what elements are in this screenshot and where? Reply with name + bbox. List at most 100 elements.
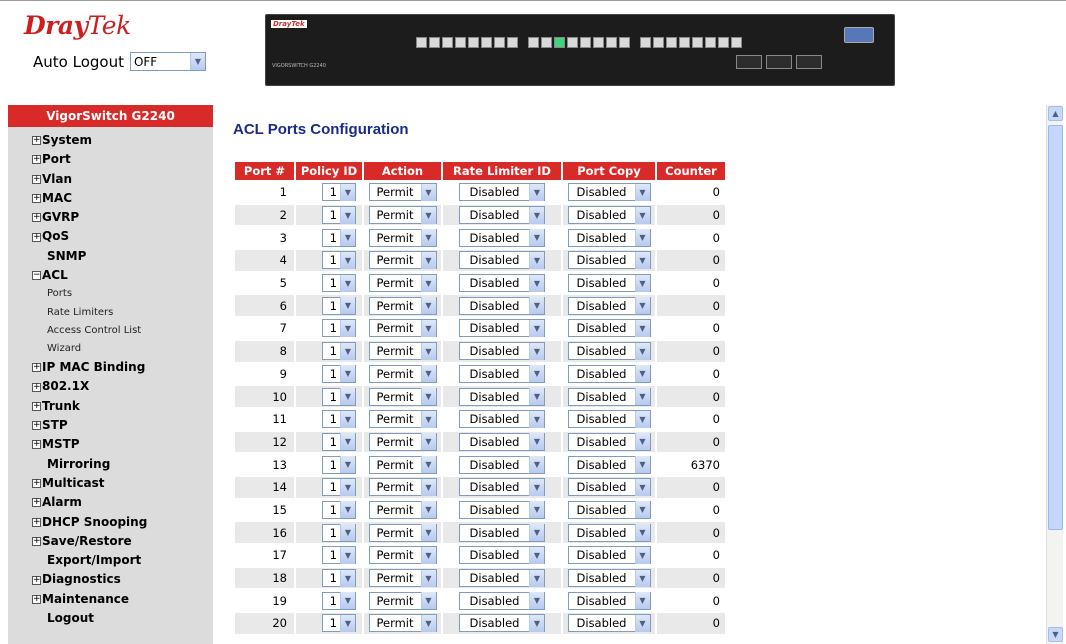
plus-box-icon[interactable]: + <box>32 517 41 527</box>
action-select[interactable]: Permit ▼ <box>368 455 437 474</box>
port-copy-select[interactable]: Disabled ▼ <box>567 432 651 451</box>
sidebar-item-ip-mac-binding[interactable]: + IP MAC Binding <box>32 358 213 377</box>
policy-id-select[interactable]: 1 ▼ <box>322 614 356 633</box>
action-select[interactable]: Permit ▼ <box>368 319 437 338</box>
port-copy-select[interactable]: Disabled ▼ <box>567 569 651 588</box>
rate-limiter-select[interactable]: Disabled ▼ <box>459 364 545 383</box>
sidebar-item-vlan[interactable]: + Vlan <box>32 170 213 189</box>
rate-limiter-select[interactable]: Disabled ▼ <box>459 319 545 338</box>
minus-box-icon[interactable]: − <box>32 271 41 281</box>
plus-box-icon[interactable]: + <box>32 155 41 165</box>
plus-box-icon[interactable]: + <box>32 401 41 411</box>
sidebar-item-802-1x[interactable]: +802.1X <box>32 377 213 396</box>
rate-limiter-select[interactable]: Disabled ▼ <box>459 387 545 406</box>
plus-box-icon[interactable]: + <box>32 575 41 585</box>
policy-id-select[interactable]: 1 ▼ <box>322 183 356 202</box>
port-copy-select[interactable]: Disabled ▼ <box>567 364 651 383</box>
action-select[interactable]: Permit ▼ <box>368 569 437 588</box>
action-select[interactable]: Permit ▼ <box>368 523 437 542</box>
policy-id-select[interactable]: 1 ▼ <box>322 410 356 429</box>
action-select[interactable]: Permit ▼ <box>368 500 437 519</box>
port-copy-select[interactable]: Disabled ▼ <box>567 387 651 406</box>
port-copy-select[interactable]: Disabled ▼ <box>567 206 651 225</box>
sidebar-item-export-import[interactable]: Export/Import <box>32 551 213 570</box>
port-copy-select[interactable]: Disabled ▼ <box>567 523 651 542</box>
action-select[interactable]: Permit ▼ <box>368 183 437 202</box>
rate-limiter-select[interactable]: Disabled ▼ <box>459 455 545 474</box>
policy-id-select[interactable]: 1 ▼ <box>322 251 356 270</box>
action-select[interactable]: Permit ▼ <box>368 364 437 383</box>
policy-id-select[interactable]: 1 ▼ <box>322 455 356 474</box>
rate-limiter-select[interactable]: Disabled ▼ <box>459 206 545 225</box>
action-select[interactable]: Permit ▼ <box>368 342 437 361</box>
sidebar-item-gvrp[interactable]: + GVRP <box>32 208 213 227</box>
action-select[interactable]: Permit ▼ <box>368 410 437 429</box>
action-select[interactable]: Permit ▼ <box>368 387 437 406</box>
policy-id-select[interactable]: 1 ▼ <box>322 500 356 519</box>
sidebar-item-mirroring[interactable]: Mirroring <box>32 455 213 474</box>
plus-box-icon[interactable]: + <box>32 536 41 546</box>
sidebar-item-rate-limiters[interactable]: Rate Limiters <box>32 304 213 322</box>
sidebar-item-stp[interactable]: + STP <box>32 416 213 435</box>
rate-limiter-select[interactable]: Disabled ▼ <box>459 274 545 293</box>
action-select[interactable]: Permit ▼ <box>368 591 437 610</box>
action-select[interactable]: Permit ▼ <box>368 251 437 270</box>
rate-limiter-select[interactable]: Disabled ▼ <box>459 228 545 247</box>
policy-id-select[interactable]: 1 ▼ <box>322 523 356 542</box>
plus-box-icon[interactable]: + <box>32 382 41 392</box>
auto-logout-select[interactable]: OFF ▼ <box>129 52 206 71</box>
action-select[interactable]: Permit ▼ <box>368 478 437 497</box>
sidebar-item-multicast[interactable]: + Multicast <box>32 474 213 493</box>
policy-id-select[interactable]: 1 ▼ <box>322 478 356 497</box>
policy-id-select[interactable]: 1 ▼ <box>322 319 356 338</box>
port-copy-select[interactable]: Disabled ▼ <box>567 500 651 519</box>
sidebar-item-mstp[interactable]: + MSTP <box>32 435 213 454</box>
rate-limiter-select[interactable]: Disabled ▼ <box>459 410 545 429</box>
rate-limiter-select[interactable]: Disabled ▼ <box>459 546 545 565</box>
sidebar-item-save-restore[interactable]: + Save/Restore <box>32 532 213 551</box>
policy-id-select[interactable]: 1 ▼ <box>322 569 356 588</box>
sidebar-item-dhcp-snooping[interactable]: + DHCP Snooping <box>32 513 213 532</box>
action-select[interactable]: Permit ▼ <box>368 206 437 225</box>
sidebar-item-port[interactable]: + Port <box>32 150 213 169</box>
sidebar-item-qos[interactable]: + QoS <box>32 227 213 246</box>
sidebar-item-ports[interactable]: Ports <box>32 285 213 303</box>
plus-box-icon[interactable]: + <box>32 232 41 242</box>
rate-limiter-select[interactable]: Disabled ▼ <box>459 523 545 542</box>
sidebar-item-wizard[interactable]: Wizard <box>32 340 213 358</box>
plus-box-icon[interactable]: + <box>32 479 41 489</box>
policy-id-select[interactable]: 1 ▼ <box>322 228 356 247</box>
rate-limiter-select[interactable]: Disabled ▼ <box>459 500 545 519</box>
plus-box-icon[interactable]: + <box>32 440 41 450</box>
port-copy-select[interactable]: Disabled ▼ <box>567 614 651 633</box>
action-select[interactable]: Permit ▼ <box>368 228 437 247</box>
port-copy-select[interactable]: Disabled ▼ <box>567 546 651 565</box>
action-select[interactable]: Permit ▼ <box>368 296 437 315</box>
port-copy-select[interactable]: Disabled ▼ <box>567 296 651 315</box>
action-select[interactable]: Permit ▼ <box>368 614 437 633</box>
rate-limiter-select[interactable]: Disabled ▼ <box>459 569 545 588</box>
policy-id-select[interactable]: 1 ▼ <box>322 546 356 565</box>
sidebar-item-logout[interactable]: Logout <box>32 609 213 628</box>
plus-box-icon[interactable]: + <box>32 363 41 373</box>
sidebar-item-system[interactable]: + System <box>32 131 213 150</box>
plus-box-icon[interactable]: + <box>32 136 41 146</box>
port-copy-select[interactable]: Disabled ▼ <box>567 251 651 270</box>
sidebar-item-mac[interactable]: + MAC <box>32 189 213 208</box>
rate-limiter-select[interactable]: Disabled ▼ <box>459 296 545 315</box>
policy-id-select[interactable]: 1 ▼ <box>322 206 356 225</box>
policy-id-select[interactable]: 1 ▼ <box>322 274 356 293</box>
policy-id-select[interactable]: 1 ▼ <box>322 432 356 451</box>
sidebar-item-diagnostics[interactable]: + Diagnostics <box>32 570 213 589</box>
policy-id-select[interactable]: 1 ▼ <box>322 591 356 610</box>
port-copy-select[interactable]: Disabled ▼ <box>567 342 651 361</box>
action-select[interactable]: Permit ▼ <box>368 432 437 451</box>
rate-limiter-select[interactable]: Disabled ▼ <box>459 183 545 202</box>
port-copy-select[interactable]: Disabled ▼ <box>567 183 651 202</box>
rate-limiter-select[interactable]: Disabled ▼ <box>459 432 545 451</box>
port-copy-select[interactable]: Disabled ▼ <box>567 455 651 474</box>
rate-limiter-select[interactable]: Disabled ▼ <box>459 614 545 633</box>
rate-limiter-select[interactable]: Disabled ▼ <box>459 478 545 497</box>
action-select[interactable]: Permit ▼ <box>368 546 437 565</box>
sidebar-item-acl[interactable]: − ACL <box>32 266 213 285</box>
